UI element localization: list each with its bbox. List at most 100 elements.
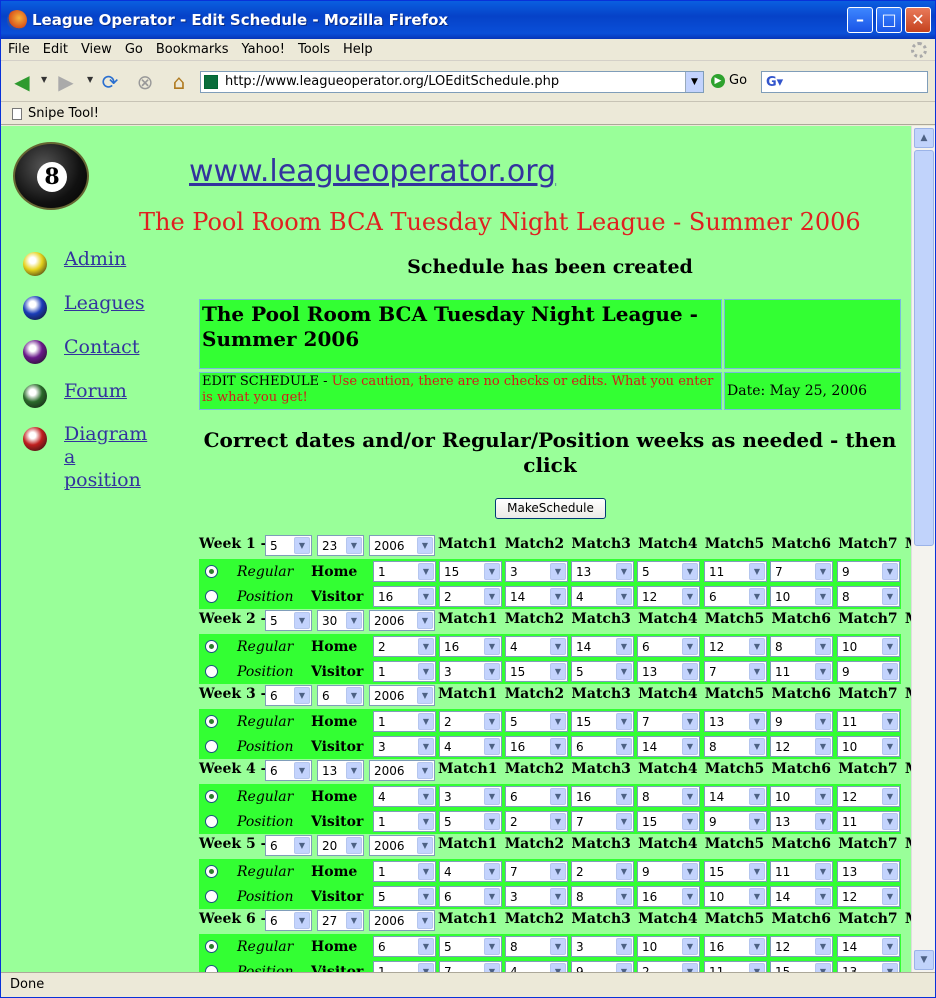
- dropdown-arrow-icon[interactable]: ▼: [616, 863, 632, 880]
- home-team-select[interactable]: 4 ▼: [439, 861, 502, 882]
- dropdown-arrow-icon[interactable]: ▼: [815, 713, 831, 730]
- home-team-select[interactable]: 4 ▼: [373, 786, 436, 807]
- dropdown-arrow-icon[interactable]: ▼: [682, 888, 698, 905]
- dropdown-arrow-icon[interactable]: ▼: [815, 813, 831, 830]
- dropdown-arrow-icon[interactable]: ▼: [418, 813, 434, 830]
- dropdown-arrow-icon[interactable]: ▼: [418, 563, 434, 580]
- dropdown-arrow-icon[interactable]: ▼: [294, 612, 310, 629]
- position-radio[interactable]: [205, 815, 218, 828]
- dropdown-arrow-icon[interactable]: ▼: [749, 663, 765, 680]
- dropdown-arrow-icon[interactable]: ▼: [417, 537, 433, 554]
- visitor-team-select[interactable]: 14 ▼: [770, 886, 833, 907]
- year-select[interactable]: 2006 ▼: [369, 760, 435, 781]
- dropdown-arrow-icon[interactable]: ▼: [294, 687, 310, 704]
- dropdown-arrow-icon[interactable]: ▼: [682, 588, 698, 605]
- home-team-select[interactable]: 16 ▼: [704, 936, 767, 957]
- dropdown-arrow-icon[interactable]: ▼: [484, 788, 500, 805]
- dropdown-arrow-icon[interactable]: ▼: [418, 963, 434, 972]
- dropdown-arrow-icon[interactable]: ▼: [882, 713, 898, 730]
- scroll-thumb[interactable]: [914, 150, 934, 546]
- visitor-team-select[interactable]: 8 ▼: [704, 736, 767, 757]
- year-select[interactable]: 2006 ▼: [369, 685, 435, 706]
- visitor-team-select[interactable]: 16 ▼: [637, 886, 700, 907]
- position-radio[interactable]: [205, 590, 218, 603]
- dropdown-arrow-icon[interactable]: ▼: [815, 788, 831, 805]
- visitor-team-select[interactable]: 3 ▼: [505, 886, 568, 907]
- home-team-select[interactable]: 11 ▼: [837, 711, 900, 732]
- home-team-select[interactable]: 15 ▼: [439, 561, 502, 582]
- position-radio[interactable]: [205, 965, 218, 972]
- dropdown-arrow-icon[interactable]: ▼: [749, 813, 765, 830]
- dropdown-arrow-icon[interactable]: ▼: [550, 738, 566, 755]
- home-team-select[interactable]: 11 ▼: [770, 861, 833, 882]
- home-team-select[interactable]: 10 ▼: [637, 936, 700, 957]
- home-team-select[interactable]: 2 ▼: [571, 861, 634, 882]
- home-team-select[interactable]: 7 ▼: [770, 561, 833, 582]
- dropdown-arrow-icon[interactable]: ▼: [616, 588, 632, 605]
- visitor-team-select[interactable]: 1 ▼: [373, 661, 436, 682]
- home-team-select[interactable]: 14 ▼: [571, 636, 634, 657]
- visitor-team-select[interactable]: 13 ▼: [770, 811, 833, 832]
- visitor-team-select[interactable]: 14 ▼: [637, 736, 700, 757]
- visitor-team-select[interactable]: 5 ▼: [439, 811, 502, 832]
- home-team-select[interactable]: 5 ▼: [439, 936, 502, 957]
- google-search-icon[interactable]: G▾: [766, 75, 783, 90]
- home-team-select[interactable]: 12 ▼: [704, 636, 767, 657]
- visitor-team-select[interactable]: 12 ▼: [637, 586, 700, 607]
- visitor-team-select[interactable]: 2 ▼: [439, 586, 502, 607]
- visitor-team-select[interactable]: 11 ▼: [704, 961, 767, 972]
- dropdown-arrow-icon[interactable]: ▼: [749, 638, 765, 655]
- menu-tools[interactable]: Tools: [291, 39, 336, 57]
- month-select[interactable]: 6 ▼: [265, 685, 312, 706]
- dropdown-arrow-icon[interactable]: ▼: [550, 863, 566, 880]
- visitor-team-select[interactable]: 3 ▼: [439, 661, 502, 682]
- dropdown-arrow-icon[interactable]: ▼: [418, 638, 434, 655]
- month-select[interactable]: 6 ▼: [265, 835, 312, 856]
- visitor-team-select[interactable]: 9 ▼: [837, 661, 900, 682]
- dropdown-arrow-icon[interactable]: ▼: [484, 738, 500, 755]
- dropdown-arrow-icon[interactable]: ▼: [616, 563, 632, 580]
- dropdown-arrow-icon[interactable]: ▼: [417, 687, 433, 704]
- sidebar-link[interactable]: Forum: [64, 380, 154, 403]
- dropdown-arrow-icon[interactable]: ▼: [484, 963, 500, 972]
- visitor-team-select[interactable]: 6 ▼: [439, 886, 502, 907]
- sidebar-link[interactable]: Contact: [64, 336, 154, 359]
- dropdown-arrow-icon[interactable]: ▼: [346, 612, 362, 629]
- visitor-team-select[interactable]: 7 ▼: [704, 661, 767, 682]
- scroll-down-icon[interactable]: ▼: [914, 950, 934, 970]
- dropdown-arrow-icon[interactable]: ▼: [418, 588, 434, 605]
- year-select[interactable]: 2006 ▼: [369, 910, 435, 931]
- visitor-team-select[interactable]: 4 ▼: [505, 961, 568, 972]
- regular-radio[interactable]: [205, 790, 218, 803]
- dropdown-arrow-icon[interactable]: ▼: [749, 888, 765, 905]
- visitor-team-select[interactable]: 13 ▼: [837, 961, 900, 972]
- visitor-team-select[interactable]: 2 ▼: [505, 811, 568, 832]
- dropdown-arrow-icon[interactable]: ▼: [616, 888, 632, 905]
- home-team-select[interactable]: 5 ▼: [505, 711, 568, 732]
- dropdown-arrow-icon[interactable]: ▼: [749, 788, 765, 805]
- dropdown-arrow-icon[interactable]: ▼: [484, 888, 500, 905]
- visitor-team-select[interactable]: 15 ▼: [770, 961, 833, 972]
- dropdown-arrow-icon[interactable]: ▼: [682, 738, 698, 755]
- home-team-select[interactable]: 2 ▼: [439, 711, 502, 732]
- visitor-team-select[interactable]: 1 ▼: [373, 961, 436, 972]
- home-team-select[interactable]: 3 ▼: [571, 936, 634, 957]
- dropdown-arrow-icon[interactable]: ▼: [550, 588, 566, 605]
- dropdown-arrow-icon[interactable]: ▼: [418, 863, 434, 880]
- close-button[interactable]: ✕: [905, 7, 931, 33]
- home-team-select[interactable]: 10 ▼: [770, 786, 833, 807]
- position-radio[interactable]: [205, 890, 218, 903]
- dropdown-arrow-icon[interactable]: ▼: [882, 563, 898, 580]
- dropdown-arrow-icon[interactable]: ▼: [484, 563, 500, 580]
- visitor-team-select[interactable]: 10 ▼: [770, 586, 833, 607]
- visitor-team-select[interactable]: 10 ▼: [704, 886, 767, 907]
- dropdown-arrow-icon[interactable]: ▼: [749, 963, 765, 972]
- dropdown-arrow-icon[interactable]: ▼: [882, 813, 898, 830]
- dropdown-arrow-icon[interactable]: ▼: [815, 563, 831, 580]
- visitor-team-select[interactable]: 16 ▼: [373, 586, 436, 607]
- home-team-select[interactable]: 14 ▼: [837, 936, 900, 957]
- league-operator-logo[interactable]: 8: [13, 142, 89, 210]
- dropdown-arrow-icon[interactable]: ▼: [616, 738, 632, 755]
- dropdown-arrow-icon[interactable]: ▼: [418, 938, 434, 955]
- home-icon[interactable]: ⌂: [166, 69, 192, 95]
